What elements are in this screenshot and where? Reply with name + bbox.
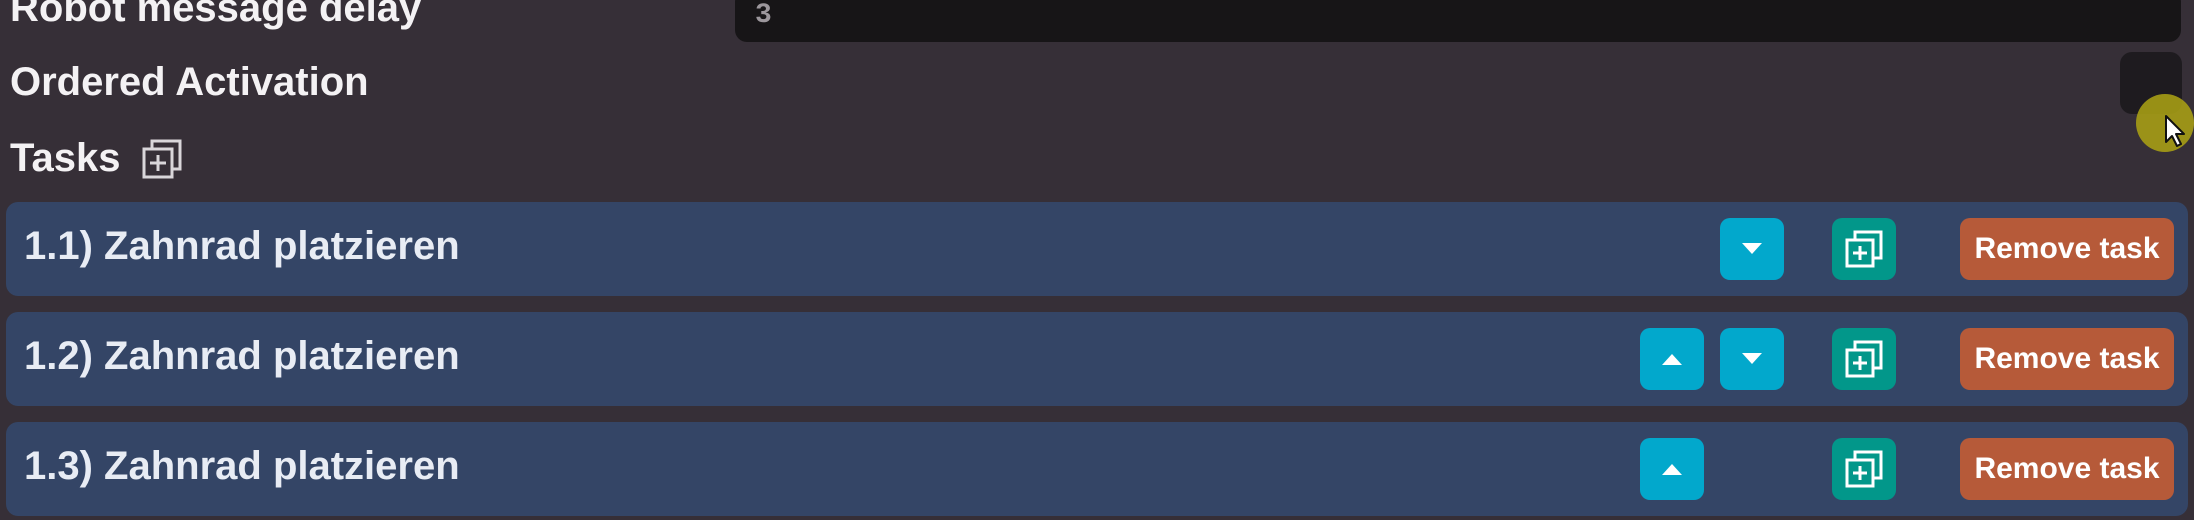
tasks-header: Tasks xyxy=(10,136,182,181)
duplicate-task-icon xyxy=(1845,340,1883,378)
duplicate-task-button[interactable] xyxy=(1832,218,1896,280)
add-task-icon[interactable] xyxy=(142,139,182,179)
move-task-down-button[interactable] xyxy=(1720,328,1784,390)
task-row: 1.1) Zahnrad platzieren Remove task xyxy=(6,202,2188,296)
move-task-down-button[interactable] xyxy=(1720,218,1784,280)
remove-task-button[interactable]: Remove task xyxy=(1960,218,2174,280)
duplicate-task-button[interactable] xyxy=(1832,328,1896,390)
task-title: 1.2) Zahnrad platzieren xyxy=(24,334,460,378)
robot-message-delay-input[interactable]: 3 xyxy=(735,0,2181,42)
triangle-down-icon xyxy=(1742,243,1762,254)
mouse-pointer-icon xyxy=(2165,115,2185,147)
duplicate-task-icon xyxy=(1845,230,1883,268)
duplicate-task-icon xyxy=(1845,450,1883,488)
remove-task-button[interactable]: Remove task xyxy=(1960,438,2174,500)
task-title: 1.3) Zahnrad platzieren xyxy=(24,444,460,488)
ordered-activation-label: Ordered Activation xyxy=(10,60,369,104)
task-row: 1.3) Zahnrad platzieren Remove task xyxy=(6,422,2188,516)
triangle-down-icon xyxy=(1742,353,1762,364)
move-task-up-button[interactable] xyxy=(1640,438,1704,500)
task-title: 1.1) Zahnrad platzieren xyxy=(24,224,460,268)
duplicate-task-button[interactable] xyxy=(1832,438,1896,500)
remove-task-button[interactable]: Remove task xyxy=(1960,328,2174,390)
triangle-up-icon xyxy=(1662,464,1682,475)
triangle-up-icon xyxy=(1662,354,1682,365)
tasks-label: Tasks xyxy=(10,136,121,180)
task-settings-panel: Robot message delay 3 Ordered Activation… xyxy=(0,0,2194,520)
task-row: 1.2) Zahnrad platzieren Remove task xyxy=(6,312,2188,406)
robot-message-delay-label: Robot message delay xyxy=(10,0,422,30)
move-task-up-button[interactable] xyxy=(1640,328,1704,390)
